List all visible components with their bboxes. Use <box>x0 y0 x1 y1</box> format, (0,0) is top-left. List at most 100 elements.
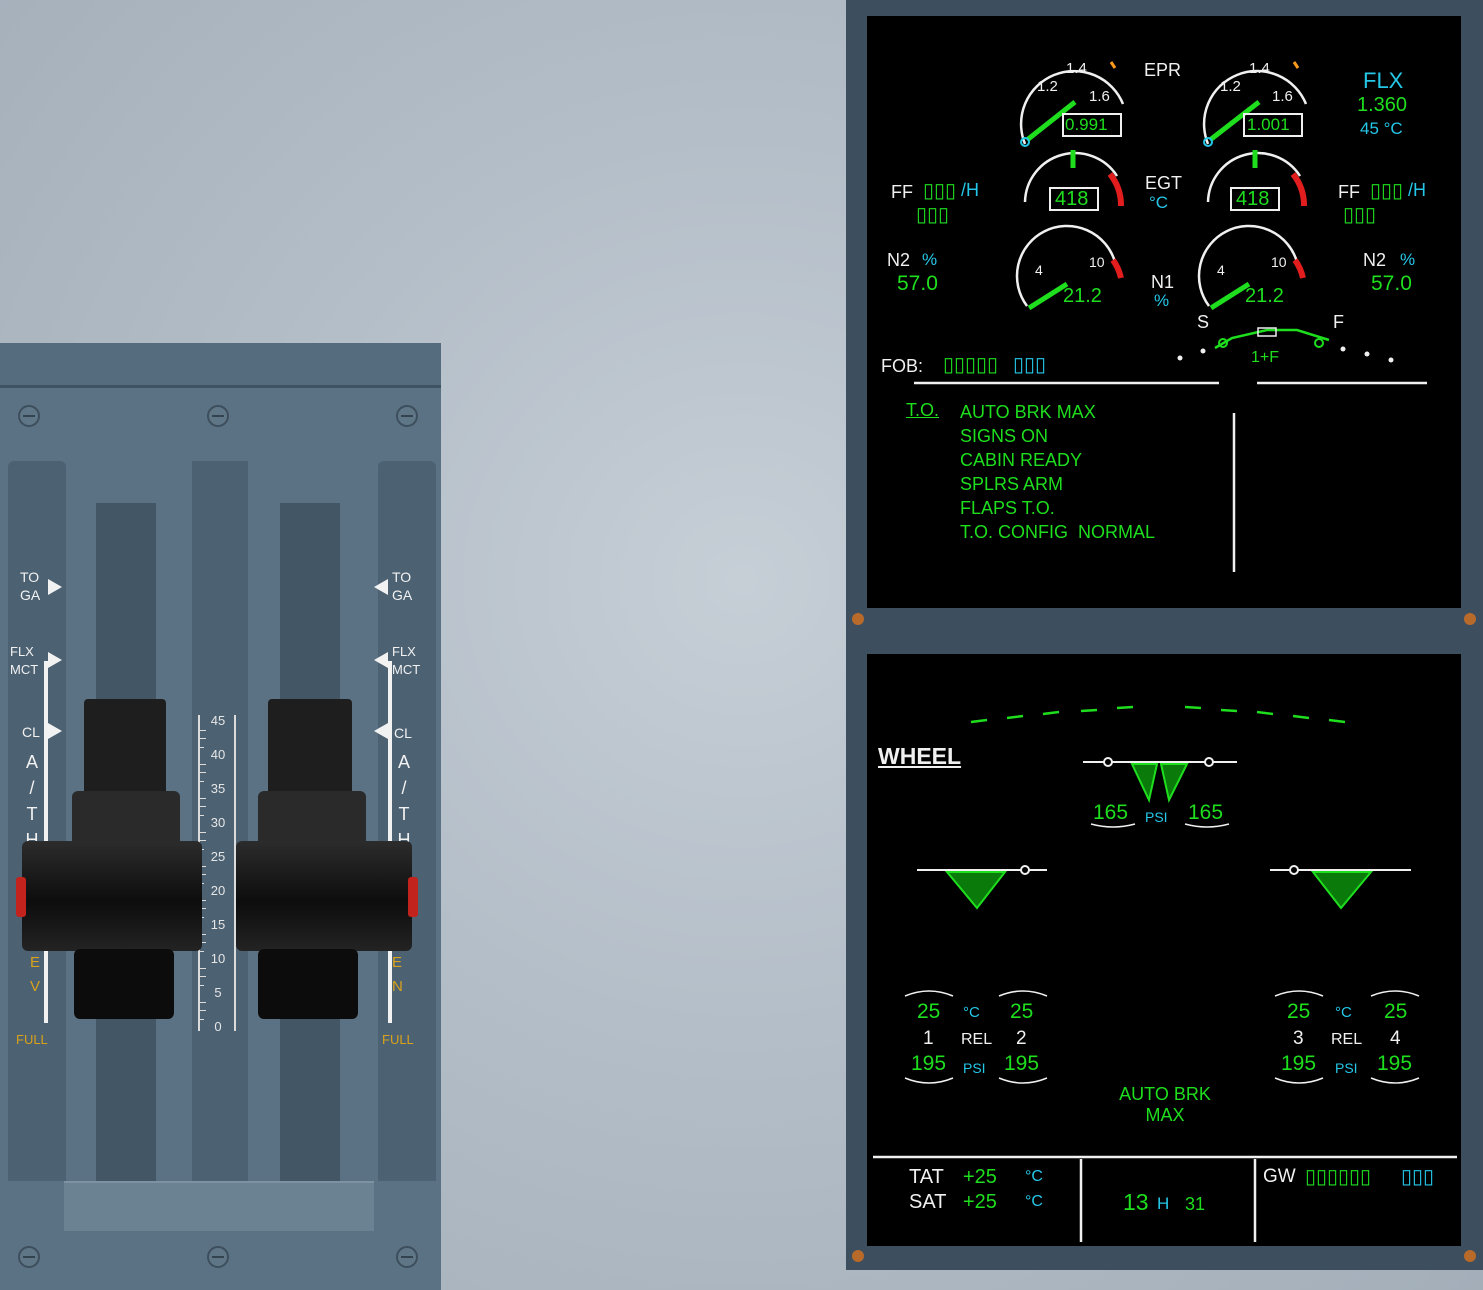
toga-label-right: TO GA <box>392 569 413 603</box>
epr2-value: 1.001 <box>1247 115 1290 134</box>
athr-disconnect-button[interactable] <box>16 877 26 917</box>
scale-tick-label: 45 <box>204 713 232 728</box>
engine-warning-display: 1.2 1.4 1.6 0.991 1.2 1.4 1.6 1.001 EPR … <box>867 16 1461 608</box>
scale-tick-label: 5 <box>204 985 232 1000</box>
flaps-indicator <box>1177 327 1394 363</box>
scale-tick-label: 20 <box>204 883 232 898</box>
throttle-lever-2[interactable] <box>236 699 418 1019</box>
screw-icon <box>207 405 229 427</box>
memo-line: FLAPS T.O. <box>960 498 1055 518</box>
flx-epr-value: 1.360 <box>1357 94 1408 116</box>
scale-tick-label: 35 <box>204 781 232 796</box>
nose-tire-pressure-right: 165 <box>1188 801 1224 824</box>
tat-value: +25 <box>963 1166 997 1188</box>
n1-2-tick: 10 <box>1271 254 1287 270</box>
n2-2-value: 57.0 <box>1371 272 1412 295</box>
flx-mct-label-left: FLX MCT <box>10 644 39 677</box>
n2-1-value: 57.0 <box>897 272 938 295</box>
toga-label-left: TO GA <box>20 569 41 603</box>
temp-unit: °C <box>1335 1004 1352 1021</box>
memo-line: CABIN READY <box>960 450 1083 470</box>
utc-hours: 13 <box>1123 1189 1149 1215</box>
tire-pressure-4: 195 <box>1377 1052 1413 1075</box>
fob-unit: ▯▯▯ <box>1013 354 1047 376</box>
epr2-tick: 1.6 <box>1272 88 1293 105</box>
n1-1-tick: 4 <box>1035 262 1043 278</box>
memo-title: T.O. <box>906 400 940 420</box>
scale-tick-label: 10 <box>204 951 232 966</box>
system-display-wheel-page: WHEEL 165 PSI 165 25 °C 25 1 REL 2 195 P… <box>867 654 1461 1246</box>
scale-tick-label: 25 <box>204 849 232 864</box>
spoiler-indicators <box>970 705 1346 724</box>
ff1-value: ▯▯▯ <box>923 180 957 202</box>
n1-unit: % <box>1154 291 1170 310</box>
flaps-label: F <box>1333 312 1344 332</box>
sat-label: SAT <box>909 1191 947 1213</box>
scale-tick-label: 30 <box>204 815 232 830</box>
egt2-value: 418 <box>1236 188 1270 210</box>
ff1-label: FF <box>891 182 913 202</box>
bezel-screw-icon <box>1464 1250 1476 1262</box>
rel-label: REL <box>1331 1031 1363 1048</box>
ff2-value: ▯▯▯ <box>1370 180 1404 202</box>
ff1-value-2: ▯▯▯ <box>916 204 950 226</box>
psi-unit: PSI <box>1145 809 1168 825</box>
left-main-gear-symbol <box>904 865 1048 1084</box>
athr-disconnect-button[interactable] <box>408 877 418 917</box>
epr-label: EPR <box>1144 60 1182 80</box>
full-label-left: FULL <box>16 1032 48 1047</box>
flx-detent-arrow-icon <box>48 652 62 668</box>
n1-2-value: 21.2 <box>1245 285 1284 307</box>
memo-line: SPLRS ARM <box>960 474 1064 494</box>
epr2-tick: 1.4 <box>1249 60 1270 77</box>
memo-line: AUTO BRK MAX <box>960 402 1096 422</box>
epr1-value: 0.991 <box>1065 115 1108 134</box>
flap-config-value: 1+F <box>1251 349 1280 366</box>
tat-label: TAT <box>909 1166 944 1188</box>
throttle-lever-1[interactable] <box>16 699 202 1019</box>
scale-tick-label: 0 <box>204 1019 232 1034</box>
right-main-gear-symbol <box>1270 865 1420 1084</box>
wheel-number-2: 2 <box>1016 1028 1027 1049</box>
wheel-number-3: 3 <box>1293 1028 1304 1049</box>
utc-minutes: 31 <box>1185 1194 1206 1214</box>
utc-h-label: H <box>1157 1194 1170 1213</box>
memo-line: SIGNS ON <box>960 426 1049 446</box>
slats-label: S <box>1197 312 1210 332</box>
wheel-number-4: 4 <box>1390 1028 1401 1049</box>
egt1-value: 418 <box>1055 188 1089 210</box>
toga-detent-arrow-icon <box>48 579 62 595</box>
n2-1-unit: % <box>922 250 938 269</box>
rel-label: REL <box>961 1031 993 1048</box>
brake-temp-1: 25 <box>917 1000 941 1023</box>
ff1-unit: /H <box>961 180 979 200</box>
epr1-tick: 1.4 <box>1066 60 1087 77</box>
bezel-screw-icon <box>852 1250 864 1262</box>
ff2-value-2: ▯▯▯ <box>1343 204 1377 226</box>
tire-pressure-1: 195 <box>911 1052 947 1075</box>
throttle-quadrant: TO GA FLX MCT CL A / T H EV FULL TO GA FLX MCT … <box>0 343 441 1290</box>
screw-icon <box>207 1246 229 1268</box>
n1-label: N1 <box>1151 272 1175 292</box>
psi-unit: PSI <box>963 1060 986 1076</box>
page-title: WHEEL <box>878 743 962 769</box>
epr1-tick: 1.2 <box>1037 78 1058 95</box>
screw-icon <box>396 1246 418 1268</box>
ff2-label: FF <box>1338 182 1360 202</box>
screw-icon <box>18 1246 40 1268</box>
sat-value: +25 <box>963 1191 997 1213</box>
takeoff-memo: AUTO BRK MAX SIGNS ON CABIN READY SPLRS … <box>960 400 1155 544</box>
brake-temp-3: 25 <box>1287 1000 1311 1023</box>
bezel-screw-icon <box>1464 613 1476 625</box>
gw-label: GW <box>1263 1166 1296 1187</box>
n1-1-tick: 10 <box>1089 254 1105 270</box>
scale-tick-label: 15 <box>204 917 232 932</box>
screw-icon <box>396 405 418 427</box>
tat-unit: °C <box>1025 1168 1043 1185</box>
tire-pressure-2: 195 <box>1004 1052 1040 1075</box>
gw-unit: ▯▯▯ <box>1401 1166 1435 1188</box>
n2-1-label: N2 <box>887 250 911 270</box>
flx-detent-arrow-icon <box>374 652 388 668</box>
toga-detent-arrow-icon <box>374 579 388 595</box>
screw-icon <box>18 405 40 427</box>
